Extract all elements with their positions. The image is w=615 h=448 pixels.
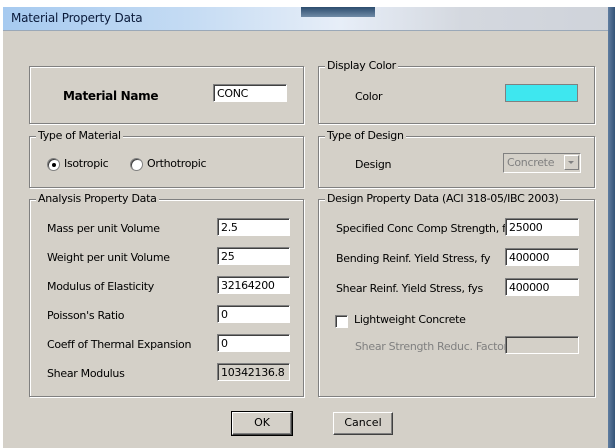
- orthotropic-label[interactable]: Orthotropic: [147, 157, 207, 170]
- type-of-design-legend: Type of Design: [325, 129, 406, 142]
- radio-selected-dot: [52, 163, 56, 167]
- poissons-ratio-input[interactable]: 0: [217, 305, 290, 323]
- type-of-design-group: Type of Design Design Concrete: [318, 129, 595, 188]
- design-select[interactable]: Concrete: [503, 153, 581, 173]
- analysis-property-group: Analysis Property Data Mass per unit Vol…: [29, 192, 304, 397]
- shear-modulus-value: 10342136.8: [217, 363, 290, 381]
- display-color-group: Display Color Color: [318, 59, 595, 124]
- window-title: Material Property Data: [11, 11, 143, 25]
- type-of-material-legend: Type of Material: [36, 129, 123, 142]
- color-swatch[interactable]: [505, 84, 578, 102]
- conc-comp-strength-label: Specified Conc Comp Strength, f'c: [336, 222, 515, 235]
- bending-yield-stress-label: Bending Reinf. Yield Stress, fy: [336, 252, 491, 265]
- isotropic-radio[interactable]: [47, 158, 60, 171]
- title-bar[interactable]: Material Property Data: [3, 7, 615, 31]
- thermal-expansion-label: Coeff of Thermal Expansion: [47, 338, 192, 351]
- shear-modulus-label: Shear Modulus: [47, 367, 125, 380]
- shear-yield-stress-input[interactable]: 400000: [505, 278, 579, 296]
- isotropic-label[interactable]: Isotropic: [64, 157, 109, 170]
- window-edge: [608, 7, 615, 448]
- shear-strength-factor-input: [505, 336, 579, 354]
- modulus-of-elasticity-input[interactable]: 32164200: [217, 276, 290, 294]
- conc-comp-strength-input[interactable]: 25000: [505, 218, 579, 236]
- shear-strength-factor-label: Shear Strength Reduc. Factor: [355, 340, 508, 353]
- material-property-dialog: Material Property Data Material Name CON…: [2, 6, 615, 448]
- display-color-legend: Display Color: [325, 59, 398, 72]
- weight-per-unit-volume-input[interactable]: 25: [217, 247, 290, 265]
- poissons-ratio-label: Poisson's Ratio: [47, 309, 125, 322]
- material-name-input[interactable]: CONC: [213, 84, 287, 102]
- type-of-material-group: Type of Material Isotropic Orthotropic: [29, 129, 304, 188]
- modulus-of-elasticity-label: Modulus of Elasticity: [47, 280, 155, 293]
- mass-per-unit-volume-label: Mass per unit Volume: [47, 222, 160, 235]
- analysis-property-legend: Analysis Property Data: [36, 192, 159, 205]
- lightweight-concrete-checkbox[interactable]: [335, 315, 348, 328]
- design-property-legend: Design Property Data (ACI 318-05/IBC 200…: [325, 192, 561, 205]
- weight-per-unit-volume-label: Weight per unit Volume: [47, 251, 170, 264]
- lightweight-concrete-label[interactable]: Lightweight Concrete: [354, 313, 466, 326]
- chevron-down-icon[interactable]: [564, 155, 579, 170]
- bending-yield-stress-input[interactable]: 400000: [505, 248, 579, 266]
- material-name-panel: Material Name CONC: [29, 66, 304, 124]
- design-label: Design: [355, 158, 392, 171]
- ok-button[interactable]: OK: [231, 411, 293, 436]
- design-select-value: Concrete: [507, 156, 555, 169]
- mass-per-unit-volume-input[interactable]: 2.5: [217, 218, 290, 236]
- title-bar-decoration: [301, 7, 375, 17]
- orthotropic-radio[interactable]: [130, 158, 143, 171]
- material-name-label: Material Name: [63, 89, 159, 103]
- thermal-expansion-input[interactable]: 0: [217, 334, 290, 352]
- color-label: Color: [355, 90, 383, 103]
- shear-yield-stress-label: Shear Reinf. Yield Stress, fys: [336, 282, 483, 295]
- cancel-button[interactable]: Cancel: [333, 412, 393, 435]
- design-property-group: Design Property Data (ACI 318-05/IBC 200…: [318, 192, 595, 397]
